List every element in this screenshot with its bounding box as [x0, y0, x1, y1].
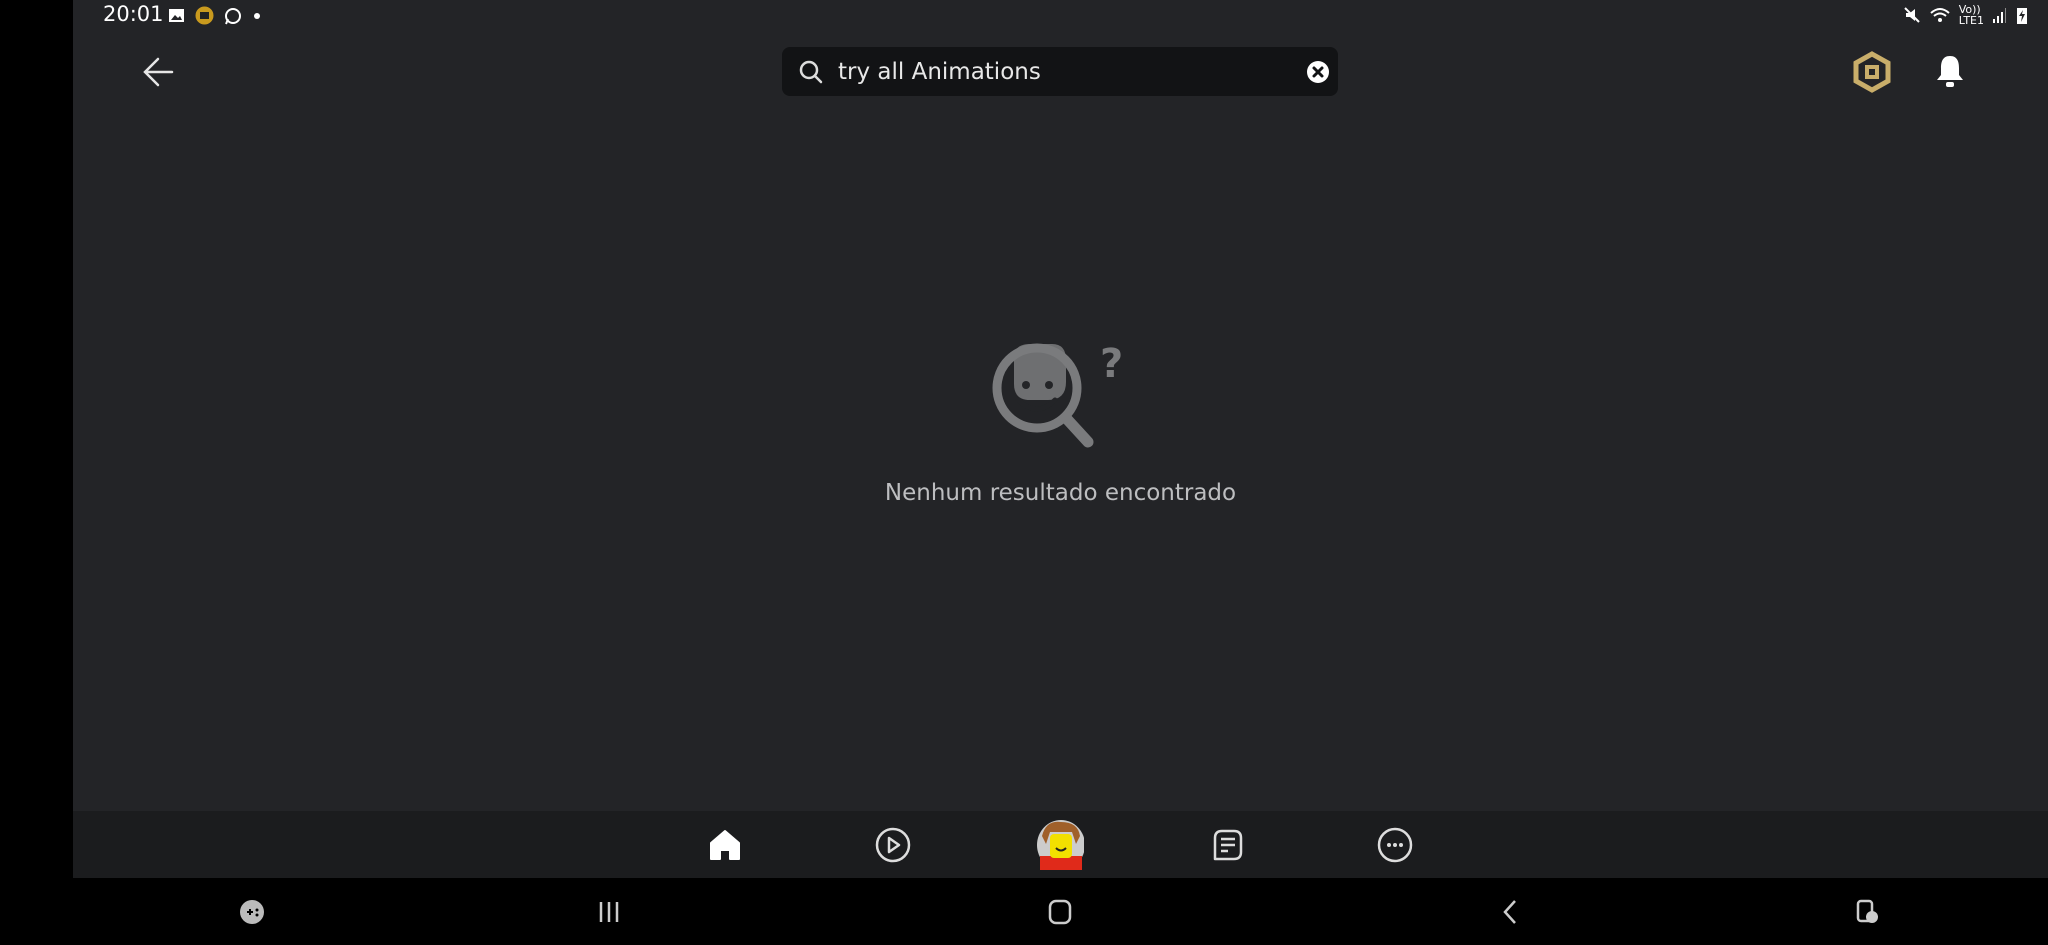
more-icon	[1377, 827, 1413, 863]
search-icon	[799, 60, 823, 84]
empty-state: ? Nenhum resultado encontrado	[73, 330, 2048, 506]
chat-icon	[1213, 829, 1243, 861]
search-input[interactable]	[836, 53, 1280, 91]
back-button[interactable]	[138, 52, 178, 92]
search-bar	[782, 47, 1338, 96]
gallery-icon	[169, 9, 184, 22]
battery-charging-icon	[2017, 8, 2027, 24]
tab-play[interactable]	[869, 821, 917, 869]
home-icon	[710, 830, 740, 860]
chevron-left-icon	[1503, 900, 1516, 924]
tab-avatar[interactable]	[1036, 820, 1084, 870]
bell-icon	[1937, 56, 1963, 87]
recent-apps-button[interactable]	[591, 896, 627, 928]
whatsapp-icon	[225, 7, 241, 24]
no-results-illustration-icon: ?	[992, 341, 1123, 448]
status-time: 20:01	[103, 2, 164, 26]
signal-icon	[1993, 8, 2006, 23]
home-system-button[interactable]	[1042, 896, 1078, 928]
game-launcher-button[interactable]	[234, 896, 270, 928]
wifi-icon	[1930, 8, 1950, 22]
robux-icon	[1853, 51, 1891, 93]
no-results-message: Nenhum resultado encontrado	[884, 480, 1237, 506]
screen-assist-icon	[1856, 899, 1878, 923]
notifications-button[interactable]	[1933, 53, 1967, 93]
robux-button[interactable]	[1852, 51, 1892, 97]
back-arrow-icon	[143, 57, 174, 87]
clear-icon	[1307, 61, 1329, 83]
question-mark: ?	[1100, 341, 1123, 387]
app-window: 20:01 Vo)) LTE1 try all Animations ? Nen…	[73, 0, 2048, 878]
tab-home[interactable]	[701, 821, 749, 869]
dot-icon	[254, 12, 260, 19]
home-square-icon	[1048, 899, 1072, 925]
mute-icon	[1903, 7, 1920, 23]
status-bar: 20:01 Vo)) LTE1	[73, 0, 2048, 34]
network-label: Vo)) LTE1	[1958, 3, 1984, 27]
tab-more[interactable]	[1371, 821, 1419, 869]
gamepad-icon	[240, 900, 264, 924]
system-navigation-bar	[0, 878, 2048, 945]
play-icon	[875, 827, 911, 863]
recent-apps-icon	[599, 902, 619, 922]
screen-assist-button[interactable]	[1849, 896, 1885, 928]
clear-search-button[interactable]	[1306, 60, 1330, 84]
tab-chat[interactable]	[1204, 821, 1252, 869]
avatar	[1037, 820, 1084, 870]
back-system-button[interactable]	[1492, 896, 1528, 928]
app-notification-icon	[195, 6, 214, 25]
bottom-tab-bar	[73, 811, 2048, 878]
